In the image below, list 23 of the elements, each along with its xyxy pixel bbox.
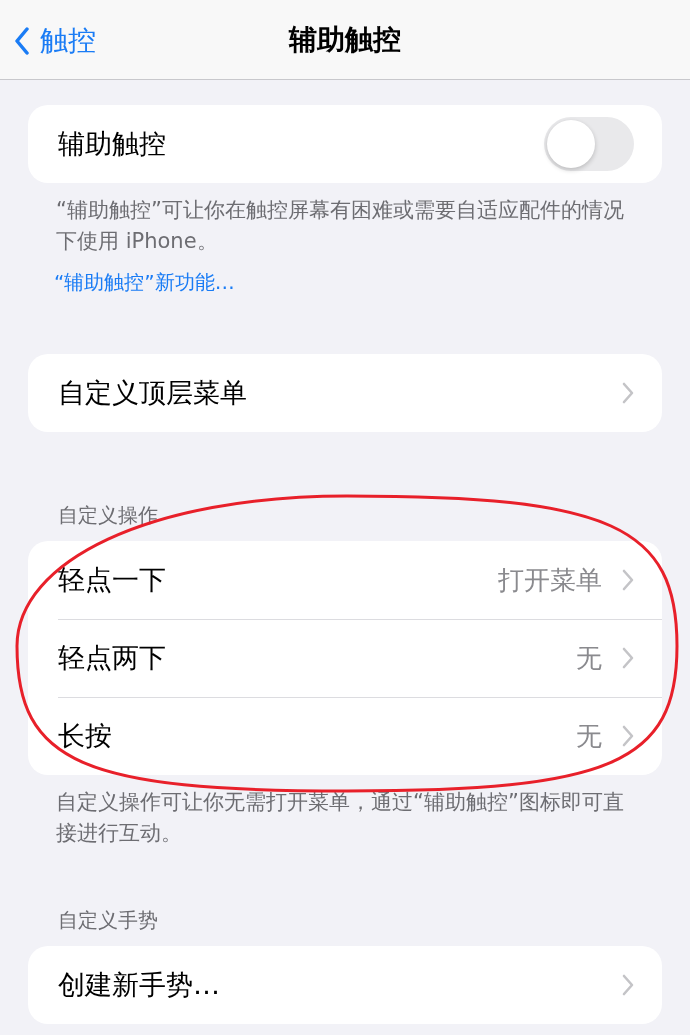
new-features-link[interactable]: “辅助触控”新功能… xyxy=(54,269,235,296)
footer-text: 自定义操作可让你无需打开菜单，通过“辅助触控”图标即可直接进行互动。 xyxy=(56,789,625,847)
chevron-icon xyxy=(622,974,634,996)
section-header: 自定义操作 xyxy=(58,502,159,529)
toggle-switch[interactable] xyxy=(544,117,634,171)
row-value: 无 xyxy=(576,719,602,753)
chevron-icon xyxy=(622,382,634,404)
chevron-icon xyxy=(622,647,634,669)
row-label[interactable]: 自定义顶层菜单 xyxy=(58,375,622,411)
chevron-icon xyxy=(622,725,634,747)
row-label: 辅助触控 xyxy=(58,127,167,161)
back-chevron-icon xyxy=(14,27,30,55)
row-value: 打开菜单 xyxy=(498,563,602,597)
screen-title: 辅助触控 xyxy=(289,21,401,58)
row-value: 无 xyxy=(576,641,602,675)
section-header: 自定义手势 xyxy=(58,907,159,934)
row-label[interactable]: 长按 xyxy=(58,718,576,754)
row-label[interactable]: 创建新手势… xyxy=(58,967,622,1003)
back-button[interactable]: 触控 xyxy=(14,22,96,60)
footer-text: “辅助触控”可让你在触控屏幕有困难或需要自适应配件的情况下使用 iPhone。 xyxy=(56,197,625,255)
row-label[interactable]: 轻点两下 xyxy=(58,640,576,676)
chevron-icon xyxy=(622,569,634,591)
row-label[interactable]: 轻点一下 xyxy=(58,562,498,598)
